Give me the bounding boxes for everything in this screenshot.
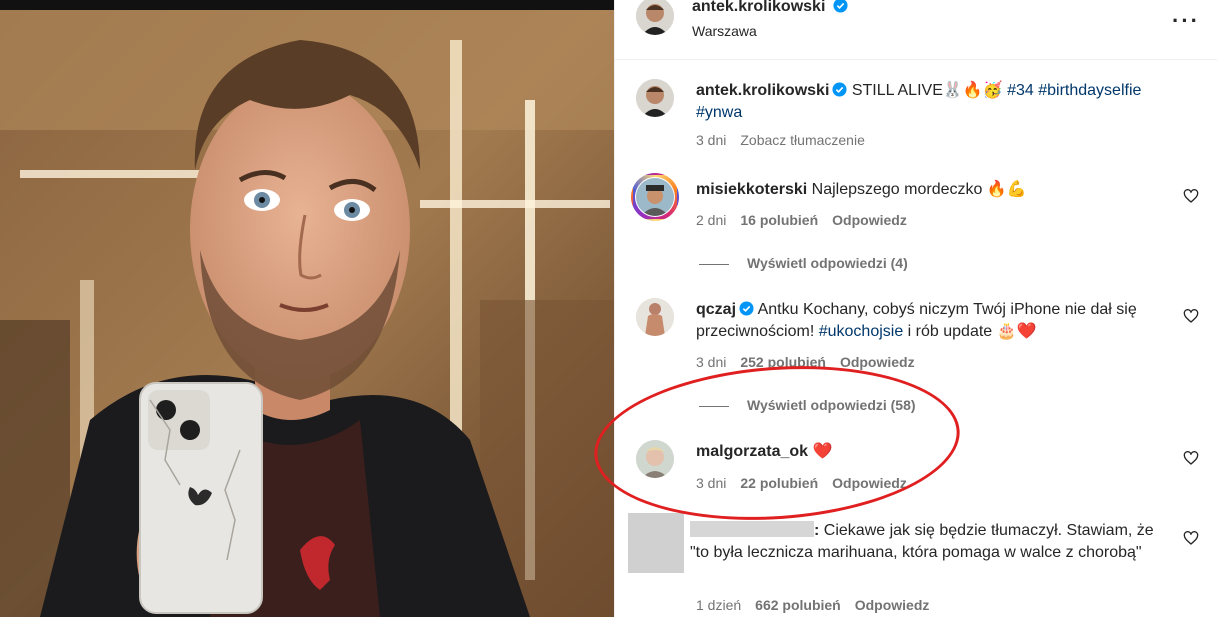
comment-body: Najlepszego mordeczko 🔥💪 bbox=[811, 181, 1027, 198]
comment-body: ❤️ bbox=[812, 443, 833, 460]
comment-meta: 3 dni 252 polubień Odpowiedz bbox=[696, 354, 929, 370]
likes-count[interactable]: 22 polubień bbox=[740, 475, 818, 491]
divider-line bbox=[699, 263, 729, 265]
post-details-panel: antek.krolikowski Warszawa ··· antek.kro… bbox=[614, 0, 1217, 617]
reply-button[interactable]: Odpowiedz bbox=[832, 475, 907, 491]
caption-meta: 3 dni Zobacz tłumaczenie bbox=[696, 132, 879, 148]
hashtag-link[interactable]: #ynwa bbox=[696, 104, 742, 121]
view-replies-button[interactable]: Wyświetl odpowiedzi (58) bbox=[699, 397, 916, 413]
comment-time[interactable]: 3 dni bbox=[696, 354, 726, 370]
caption-body: STILL ALIVE🐰🔥🥳 bbox=[851, 82, 1003, 99]
comment-time[interactable]: 3 dni bbox=[696, 475, 726, 491]
verified-badge-icon bbox=[833, 0, 848, 13]
comment-time[interactable]: 2 dni bbox=[696, 212, 726, 228]
caption-username[interactable]: antek.krolikowski bbox=[696, 82, 829, 99]
author-suffix: : bbox=[814, 522, 820, 539]
divider-line bbox=[699, 405, 729, 407]
redacted-username bbox=[690, 521, 814, 537]
hashtag-link[interactable]: #ukochojsie bbox=[819, 323, 904, 340]
reply-button[interactable]: Odpowiedz bbox=[855, 597, 930, 613]
redacted-avatar bbox=[628, 513, 684, 573]
post-photo bbox=[0, 0, 614, 617]
author-avatar[interactable] bbox=[636, 0, 674, 35]
story-ring[interactable] bbox=[631, 173, 679, 221]
view-replies-label[interactable]: Wyświetl odpowiedzi (4) bbox=[747, 255, 908, 271]
comment-text: malgorzata_ok ❤️ bbox=[696, 441, 1176, 463]
translate-link[interactable]: Zobacz tłumaczenie bbox=[740, 132, 865, 148]
comment-avatar[interactable] bbox=[636, 178, 674, 216]
comment-time[interactable]: 1 dzień bbox=[696, 597, 741, 613]
like-heart-icon[interactable] bbox=[1183, 308, 1199, 324]
comment-username[interactable]: misiekkoterski bbox=[696, 181, 807, 198]
post-header: antek.krolikowski Warszawa ··· bbox=[615, 0, 1217, 60]
caption-time[interactable]: 3 dni bbox=[696, 132, 726, 148]
hashtag-link[interactable]: #34 bbox=[1007, 82, 1034, 99]
comment-text: : Ciekawe jak się będzie tłumaczył. Staw… bbox=[690, 520, 1170, 564]
reply-button[interactable]: Odpowiedz bbox=[832, 212, 907, 228]
view-replies-label[interactable]: Wyświetl odpowiedzi (58) bbox=[747, 397, 916, 413]
hashtag-link[interactable]: #birthdayselfie bbox=[1038, 82, 1141, 99]
likes-count[interactable]: 662 polubień bbox=[755, 597, 841, 613]
verified-badge-icon bbox=[739, 301, 754, 316]
comment-text: qczaj Antku Kochany, cobyś niczym Twój i… bbox=[696, 299, 1171, 343]
comment-meta: 3 dni 22 polubień Odpowiedz bbox=[696, 475, 921, 491]
comment-meta: 2 dni 16 polubień Odpowiedz bbox=[696, 212, 921, 228]
like-heart-icon[interactable] bbox=[1183, 530, 1199, 546]
view-replies-button[interactable]: Wyświetl odpowiedzi (4) bbox=[699, 255, 908, 271]
post-location[interactable]: Warszawa bbox=[692, 23, 757, 39]
comment-username[interactable]: malgorzata_ok bbox=[696, 443, 808, 460]
comment-avatar[interactable] bbox=[636, 298, 674, 336]
likes-count[interactable]: 16 polubień bbox=[740, 212, 818, 228]
verified-badge-icon bbox=[832, 82, 847, 97]
comment-username[interactable]: qczaj bbox=[696, 301, 736, 318]
comment-meta: 1 dzień 662 polubień Odpowiedz bbox=[696, 597, 943, 613]
more-options-icon[interactable]: ··· bbox=[1172, 8, 1200, 34]
reply-button[interactable]: Odpowiedz bbox=[840, 354, 915, 370]
likes-count[interactable]: 252 polubień bbox=[740, 354, 826, 370]
header-username[interactable]: antek.krolikowski bbox=[692, 0, 825, 15]
comment-text: misiekkoterski Najlepszego mordeczko 🔥💪 bbox=[696, 179, 1176, 201]
like-heart-icon[interactable] bbox=[1183, 188, 1199, 204]
comment-body-end: i rób update 🎂❤️ bbox=[907, 323, 1037, 340]
comment-avatar[interactable] bbox=[636, 440, 674, 478]
like-heart-icon[interactable] bbox=[1183, 450, 1199, 466]
caption-avatar[interactable] bbox=[636, 79, 674, 117]
caption-text: antek.krolikowski STILL ALIVE🐰🔥🥳 #34 #bi… bbox=[696, 80, 1176, 124]
